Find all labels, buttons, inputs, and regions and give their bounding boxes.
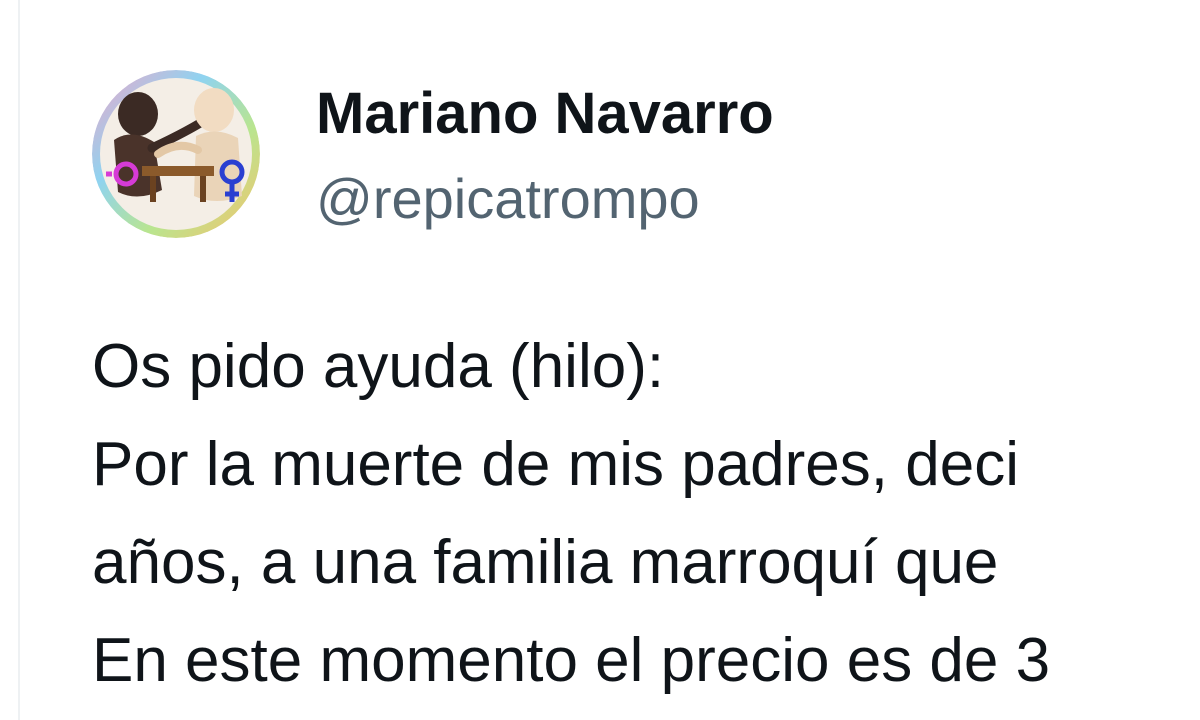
tweet-text: Os pido ayuda (hilo): Por la muerte de m… xyxy=(92,318,1200,710)
author-handle[interactable]: @repicatrompo xyxy=(316,166,700,231)
tweet-line: En este momento el precio es de 3 xyxy=(92,626,1051,695)
tweet-line: Por la muerte de mis padres, deci xyxy=(92,430,1019,499)
avatar[interactable] xyxy=(92,70,260,238)
tweet-line: Os pido ayuda (hilo): xyxy=(92,332,665,401)
tweet-view: Mariano Navarro @repicatrompo Os pido ay… xyxy=(0,0,1200,720)
timeline-border xyxy=(18,0,20,720)
author-display-name[interactable]: Mariano Navarro xyxy=(316,80,774,147)
tweet-line: años, a una familia marroquí que xyxy=(92,528,999,597)
avatar-image-icon xyxy=(92,70,260,238)
